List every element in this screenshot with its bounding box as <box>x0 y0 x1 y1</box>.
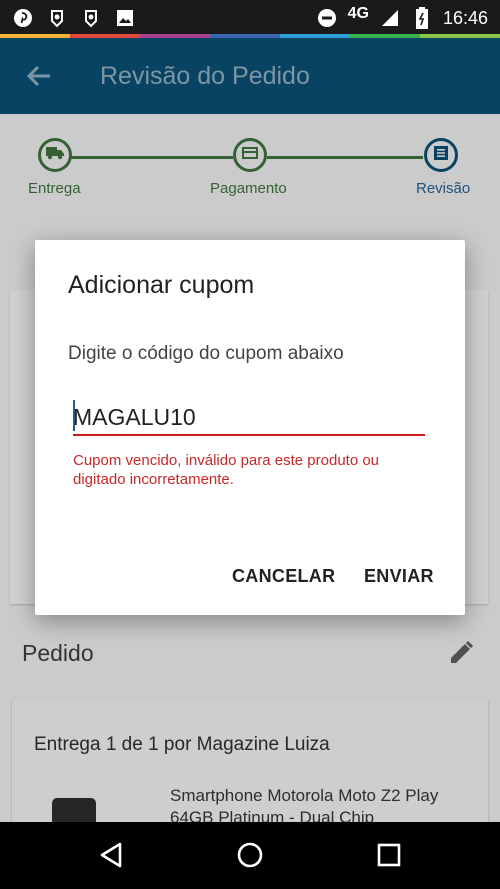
do-not-disturb-icon <box>316 7 338 29</box>
home-circle-icon[interactable] <box>235 840 265 870</box>
hand-notification-icon <box>46 7 68 29</box>
coupon-input[interactable] <box>73 400 425 436</box>
back-triangle-icon[interactable] <box>96 840 126 870</box>
dialog-message: Digite o código do cupom abaixo <box>68 343 344 364</box>
network-type: 4G <box>347 5 369 22</box>
recents-square-icon[interactable] <box>374 840 404 870</box>
status-bar: 4G 16:46 <box>0 0 500 36</box>
text-cursor <box>73 400 75 431</box>
dialog-title: Adicionar cupom <box>68 271 255 299</box>
image-icon <box>114 7 136 29</box>
hand-notification-icon <box>80 7 102 29</box>
add-coupon-dialog: Adicionar cupom Digite o código do cupom… <box>35 240 465 615</box>
send-button[interactable]: ENVIAR <box>364 566 434 587</box>
coupon-error-message: Cupom vencido, inválido para este produt… <box>73 452 380 488</box>
clock: 16:46 <box>442 7 488 28</box>
pinterest-icon <box>12 7 34 29</box>
battery-icon <box>411 7 433 29</box>
signal-icon <box>379 7 401 29</box>
system-nav-bar <box>0 822 500 889</box>
cancel-button[interactable]: CANCELAR <box>232 566 335 587</box>
